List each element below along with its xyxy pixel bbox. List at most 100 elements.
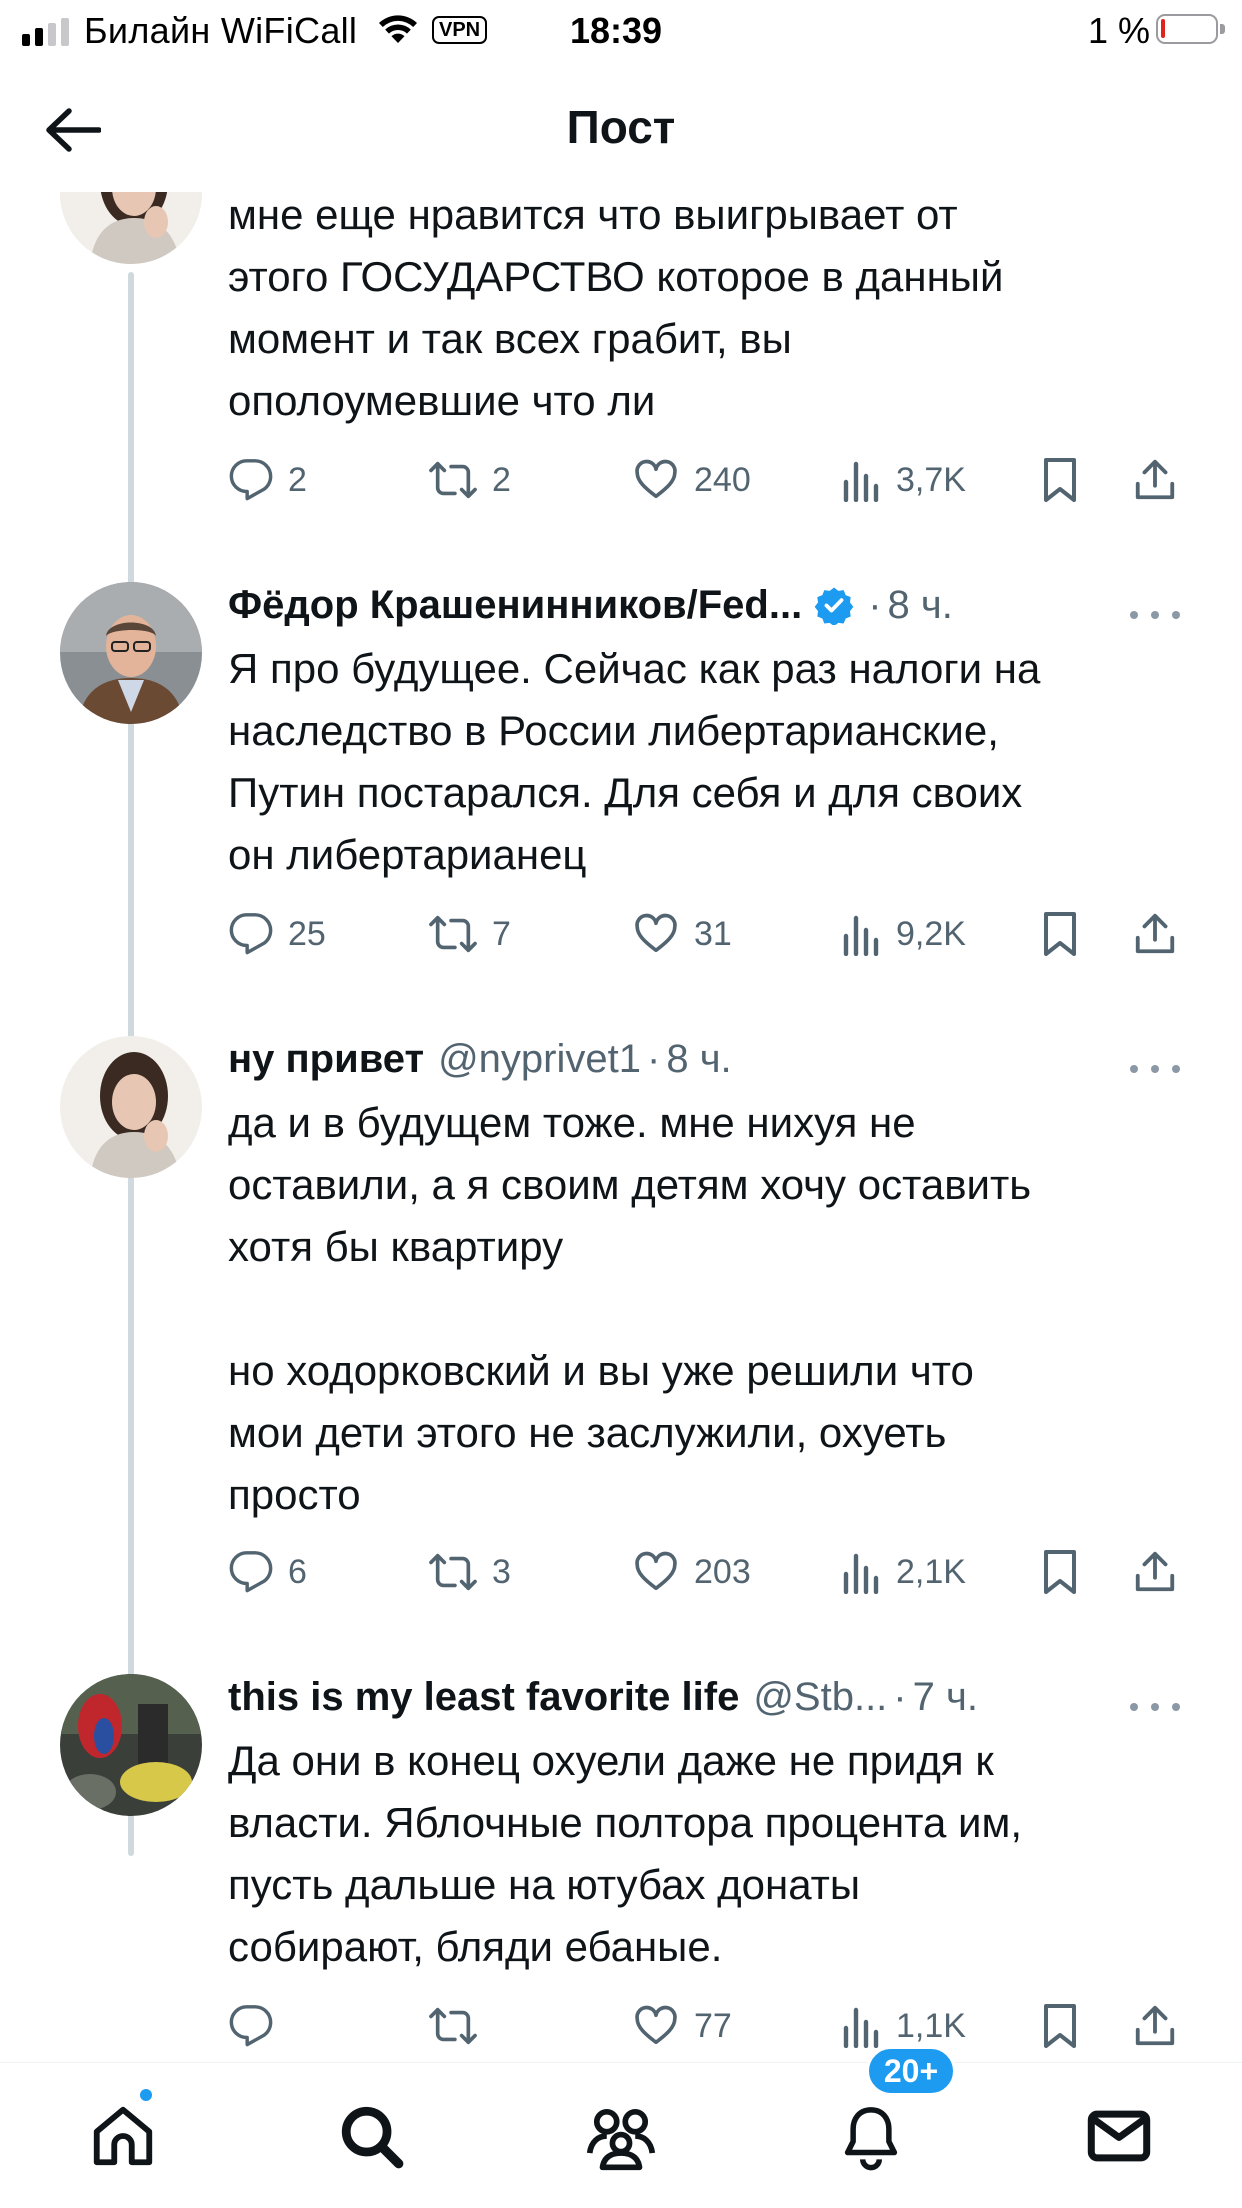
retweet-button[interactable]: 2 [428,450,511,510]
author-handle[interactable]: @Stb... [753,1675,887,1720]
bookmark-button[interactable] [1040,1542,1080,1602]
avatar-stb[interactable] [60,1674,202,1816]
post-header: Пост [0,62,1242,192]
reply-count: 2 [288,460,307,499]
tab-messages[interactable] [1074,2091,1164,2181]
views-count: 9,2K [896,914,966,953]
tweet-header: Фёдор Крашенинников/Fed... · 8 ч. [228,576,953,634]
carrier-label: Билайн WiFiCall [84,10,358,51]
like-count: 240 [694,460,751,499]
avatar-nyprivet[interactable] [60,192,202,264]
author-handle[interactable]: @nyprivet1 [438,1037,641,1082]
like-button[interactable]: 77 [632,1996,732,2056]
more-options-button[interactable] [1130,1692,1180,1722]
retweet-icon [429,1553,477,1591]
wifi-icon [378,12,418,54]
tweet-actions: 25 7 31 9,2K [228,904,1188,964]
author-name[interactable]: Фёдор Крашенинников/Fed... [228,583,802,628]
tab-communities[interactable] [576,2091,666,2181]
tweet-actions: 77 1,1K [228,1996,1188,2056]
retweet-icon [429,2007,477,2045]
status-time: 18:39 [570,10,663,51]
retweet-count: 2 [492,460,511,499]
reply-button[interactable] [228,1996,288,2056]
battery-percentage: 1 % [1088,10,1151,51]
more-options-button[interactable] [1130,600,1180,630]
tweet-actions: 6 3 203 2,1K [228,1542,1188,1602]
battery-icon [1156,14,1225,44]
tweet-time[interactable]: 7 ч. [913,1675,978,1720]
share-button[interactable] [1132,1996,1178,2056]
views-icon [843,915,879,956]
bookmark-icon [1044,912,1076,956]
tweet-time[interactable]: 8 ч. [666,1037,731,1082]
retweet-button[interactable]: 7 [428,904,511,964]
share-button[interactable] [1132,904,1178,964]
share-button[interactable] [1132,450,1178,510]
share-icon [1135,2005,1175,2046]
tab-notifications[interactable] [826,2091,916,2181]
reply-button[interactable]: 6 [228,1542,307,1602]
like-button[interactable]: 203 [632,1542,751,1602]
avatar-nyprivet[interactable] [60,1036,202,1178]
cellular-signal-icon [22,18,69,46]
share-icon [1135,1551,1175,1592]
reply-icon [229,459,273,501]
heart-icon [635,913,677,953]
home-unread-dot [138,2087,154,2103]
status-bar: Билайн WiFiCall VPN 18:39 1 % [0,0,1242,62]
separator-dot: · [893,1674,907,1719]
like-count: 77 [694,2006,732,2045]
views-button[interactable]: 3,7K [842,450,966,510]
views-icon [843,1553,879,1594]
bottom-tab-bar [0,2062,1242,2208]
like-button[interactable]: 240 [632,450,751,510]
tweet-actions: 2 2 240 3,7K [228,450,1188,510]
bookmark-button[interactable] [1040,450,1080,510]
share-button[interactable] [1132,1542,1178,1602]
page-title: Пост [566,101,676,153]
bookmark-icon [1044,1550,1076,1594]
tweet-header: this is my least favorite life @Stb... ·… [228,1668,978,1726]
author-name[interactable]: ну привет [228,1037,424,1082]
tweet-text: Да они в конец охуели даже не придя к вл… [228,1737,1023,1970]
retweet-button[interactable]: 3 [428,1542,511,1602]
heart-icon [635,2005,677,2045]
tweet-text: Я про будущее. Сейчас как раз налоги на … [228,645,1041,878]
verified-badge-icon [814,585,854,627]
tweet-text: мне еще нравится что выигрывает от этого… [228,192,1004,424]
views-count: 2,1K [896,1552,966,1591]
separator-dot: · [868,582,882,627]
separator-dot: · [647,1036,661,1081]
reply-icon [229,1551,273,1593]
retweet-button[interactable] [428,1996,492,2056]
retweet-icon [429,461,477,499]
retweet-icon [429,915,477,953]
communities-icon [586,2108,656,2171]
author-name[interactable]: this is my least favorite life [228,1675,739,1720]
views-count: 3,7K [896,460,966,499]
reply-icon [229,2005,273,2047]
tweet-header: ну привет @nyprivet1 · 8 ч. [228,1030,732,1088]
retweet-count: 7 [492,914,511,953]
thread-content: мне еще нравится что выигрывает от этого… [0,192,1242,2062]
tweet-time[interactable]: 8 ч. [888,583,953,628]
bookmark-icon [1044,458,1076,502]
tab-search[interactable] [326,2091,416,2181]
more-options-button[interactable] [1130,1054,1180,1084]
tab-home[interactable] [78,2091,168,2181]
like-count: 31 [694,914,732,953]
share-icon [1135,459,1175,500]
reply-button[interactable]: 2 [228,450,307,510]
avatar-fedor[interactable] [60,582,202,724]
reply-button[interactable]: 25 [228,904,326,964]
views-button[interactable]: 2,1K [842,1542,966,1602]
reply-count: 25 [288,914,326,953]
views-icon [843,461,879,502]
views-button[interactable]: 9,2K [842,904,966,964]
like-button[interactable]: 31 [632,904,732,964]
bookmark-button[interactable] [1040,904,1080,964]
heart-icon [635,459,677,499]
like-count: 203 [694,1552,751,1591]
bookmark-button[interactable] [1040,1996,1080,2056]
